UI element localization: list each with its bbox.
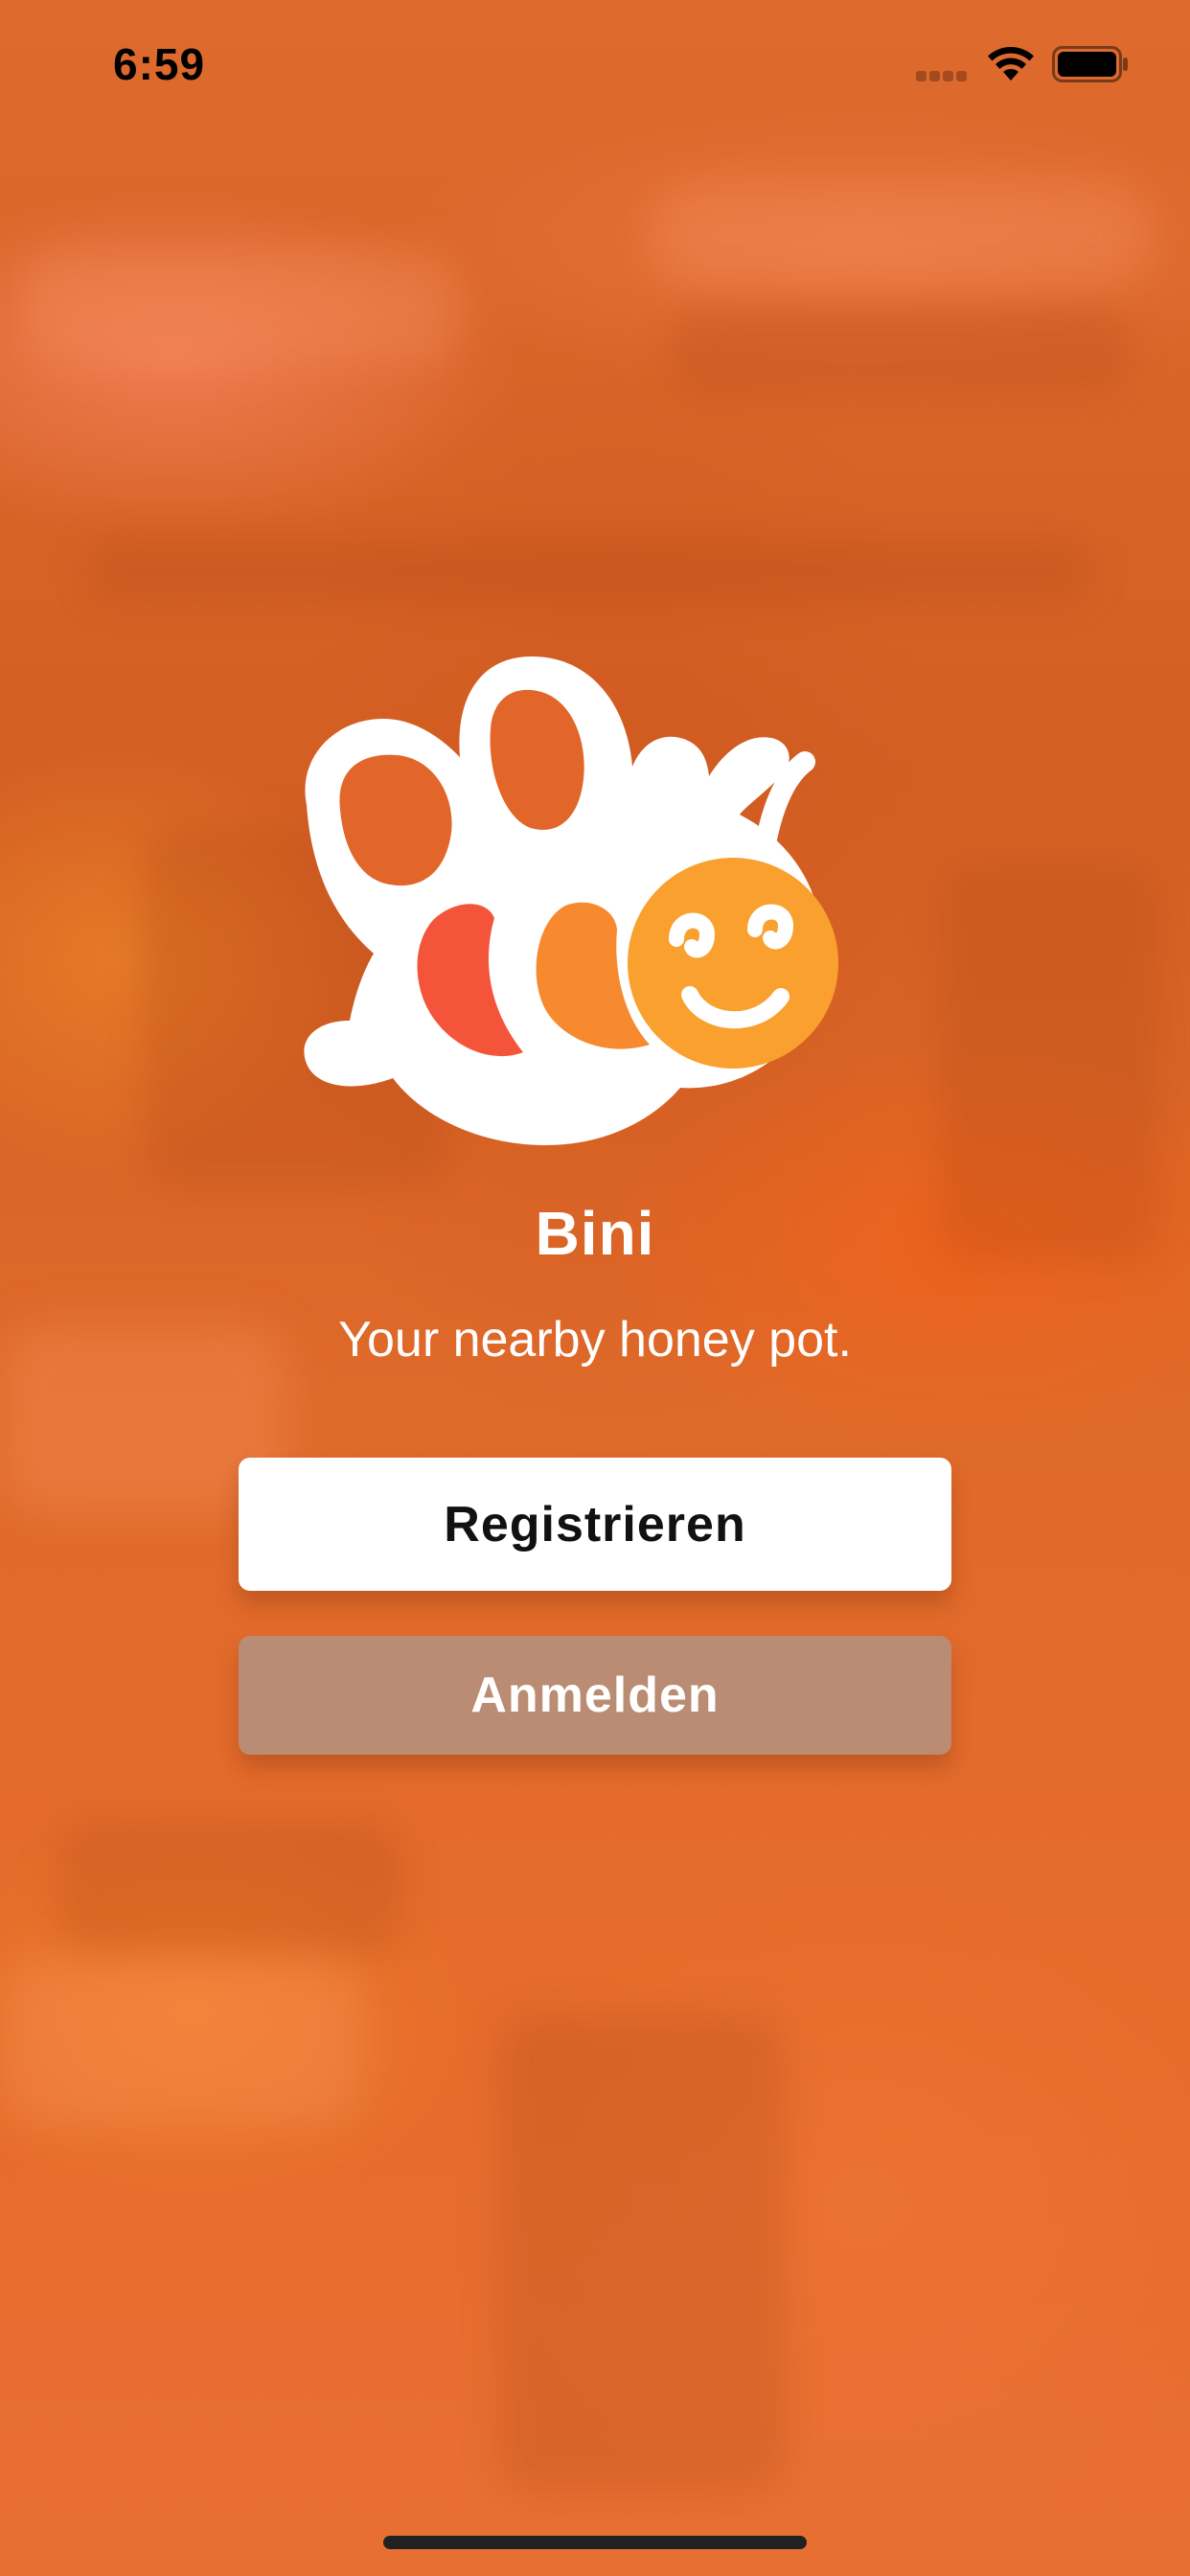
register-button[interactable]: Registrieren: [239, 1458, 951, 1591]
status-time: 6:59: [113, 39, 206, 89]
signal-icon: [916, 69, 972, 81]
login-button[interactable]: Anmelden: [239, 1636, 951, 1755]
battery-icon: [1052, 46, 1128, 82]
register-button-label: Registrieren: [444, 1496, 746, 1552]
login-button-label: Anmelden: [470, 1668, 720, 1723]
blurred-background: [0, 0, 1190, 2576]
app-title: Bini: [535, 1199, 655, 1268]
wifi-icon: [988, 46, 1034, 80]
bee-logo-icon: [304, 656, 838, 1145]
home-indicator[interactable]: [383, 2536, 807, 2549]
app-tagline: Your nearby honey pot.: [338, 1312, 852, 1368]
status-bar: 6:59: [0, 0, 1190, 125]
